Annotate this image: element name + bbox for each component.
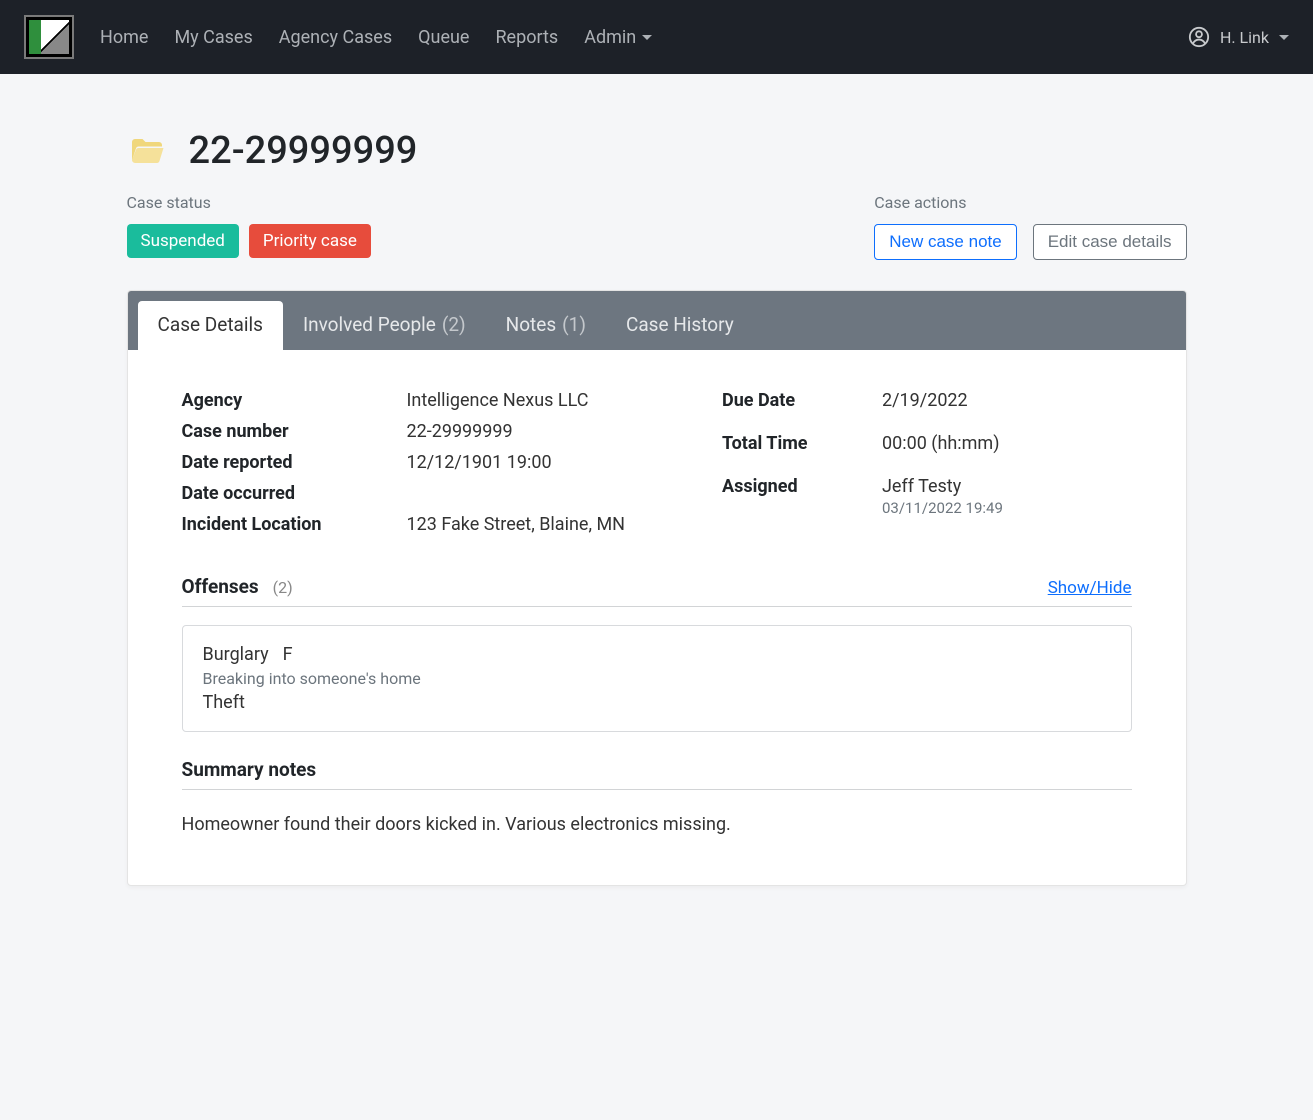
case-number-label: Case number bbox=[182, 421, 407, 442]
nav-my-cases[interactable]: My Cases bbox=[174, 27, 252, 48]
incident-location-value: 123 Fake Street, Blaine, MN bbox=[407, 514, 626, 535]
tabs-bar: Case Details Involved People (2) Notes (… bbox=[128, 291, 1186, 350]
date-occurred-label: Date occurred bbox=[182, 483, 407, 504]
chevron-down-icon bbox=[642, 35, 652, 40]
status-badges: Suspended Priority case bbox=[127, 224, 371, 258]
offense-class: F bbox=[283, 644, 293, 665]
nav-queue[interactable]: Queue bbox=[418, 27, 469, 48]
assigned-timestamp: 03/11/2022 19:49 bbox=[882, 499, 1003, 517]
case-status-label: Case status bbox=[127, 193, 371, 212]
details-left: Agency Intelligence Nexus LLC Case numbe… bbox=[182, 390, 683, 545]
tab-case-details-label: Case Details bbox=[158, 313, 263, 336]
status-badge-suspended: Suspended bbox=[127, 224, 239, 258]
case-status-section: Case status Suspended Priority case bbox=[127, 193, 371, 260]
details-right: Due Date 2/19/2022 Total Time 00:00 (hh:… bbox=[722, 390, 1132, 545]
case-card: Case Details Involved People (2) Notes (… bbox=[127, 290, 1187, 886]
case-title-row: 22-29999999 bbox=[127, 129, 1187, 173]
total-time-value: 00:00 (hh:mm) bbox=[882, 433, 999, 454]
details-grid: Agency Intelligence Nexus LLC Case numbe… bbox=[182, 390, 1132, 545]
tab-case-history-label: Case History bbox=[626, 313, 734, 336]
total-time-label: Total Time bbox=[722, 433, 882, 454]
offenses-title-text: Offenses bbox=[182, 575, 259, 598]
top-navbar: Home My Cases Agency Cases Queue Reports… bbox=[0, 0, 1313, 74]
summary-notes-header: Summary notes bbox=[182, 758, 1132, 790]
incident-location-label: Incident Location bbox=[182, 514, 407, 535]
agency-value: Intelligence Nexus LLC bbox=[407, 390, 589, 411]
nav-agency-cases[interactable]: Agency Cases bbox=[279, 27, 392, 48]
user-menu[interactable]: H. Link bbox=[1188, 26, 1289, 48]
tab-notes-label: Notes bbox=[506, 313, 557, 336]
case-actions-label: Case actions bbox=[874, 193, 1186, 212]
assigned-value: Jeff Testy bbox=[882, 476, 1003, 497]
chevron-down-icon bbox=[1279, 35, 1289, 40]
tab-notes[interactable]: Notes (1) bbox=[486, 301, 606, 350]
app-logo[interactable] bbox=[24, 15, 74, 59]
date-reported-value: 12/12/1901 19:00 bbox=[407, 452, 552, 473]
case-actions-section: Case actions New case note Edit case det… bbox=[874, 193, 1186, 260]
offenses-count: (2) bbox=[273, 578, 293, 597]
offense-title: Burglary bbox=[203, 644, 269, 665]
tab-involved-people-count: (2) bbox=[442, 313, 466, 336]
tab-involved-people[interactable]: Involved People (2) bbox=[283, 301, 486, 350]
nav-left: Home My Cases Agency Cases Queue Reports… bbox=[24, 15, 652, 59]
user-name: H. Link bbox=[1220, 28, 1269, 47]
status-actions-row: Case status Suspended Priority case Case… bbox=[127, 193, 1187, 260]
assigned-label: Assigned bbox=[722, 476, 882, 517]
status-badge-priority: Priority case bbox=[249, 224, 371, 258]
user-circle-icon bbox=[1188, 26, 1210, 48]
nav-reports[interactable]: Reports bbox=[495, 27, 558, 48]
edit-case-details-button[interactable]: Edit case details bbox=[1033, 224, 1187, 260]
offense-sub: Theft bbox=[203, 692, 1111, 713]
case-number-value: 22-29999999 bbox=[407, 421, 513, 442]
nav-admin-label: Admin bbox=[584, 27, 636, 48]
folder-open-icon bbox=[127, 133, 167, 169]
date-reported-label: Date reported bbox=[182, 452, 407, 473]
nav-home[interactable]: Home bbox=[100, 27, 148, 48]
page-container: 22-29999999 Case status Suspended Priori… bbox=[67, 74, 1247, 926]
tab-notes-count: (1) bbox=[562, 313, 586, 336]
due-date-label: Due Date bbox=[722, 390, 882, 411]
offense-item: Burglary F Breaking into someone's home … bbox=[182, 625, 1132, 732]
offense-description: Breaking into someone's home bbox=[203, 669, 1111, 688]
tab-involved-people-label: Involved People bbox=[303, 313, 436, 336]
new-case-note-button[interactable]: New case note bbox=[874, 224, 1016, 260]
tab-case-details[interactable]: Case Details bbox=[138, 301, 283, 350]
agency-label: Agency bbox=[182, 390, 407, 411]
case-actions: New case note Edit case details bbox=[874, 224, 1186, 260]
tab-case-history[interactable]: Case History bbox=[606, 301, 754, 350]
summary-notes-text: Homeowner found their doors kicked in. V… bbox=[182, 814, 1132, 835]
offenses-header: Offenses (2) Show/Hide bbox=[182, 575, 1132, 607]
nav-admin[interactable]: Admin bbox=[584, 27, 652, 48]
due-date-value: 2/19/2022 bbox=[882, 390, 968, 411]
nav-links: Home My Cases Agency Cases Queue Reports… bbox=[100, 27, 652, 48]
offenses-show-hide-toggle[interactable]: Show/Hide bbox=[1048, 578, 1132, 598]
page-title: 22-29999999 bbox=[189, 129, 418, 173]
card-body: Agency Intelligence Nexus LLC Case numbe… bbox=[128, 350, 1186, 885]
